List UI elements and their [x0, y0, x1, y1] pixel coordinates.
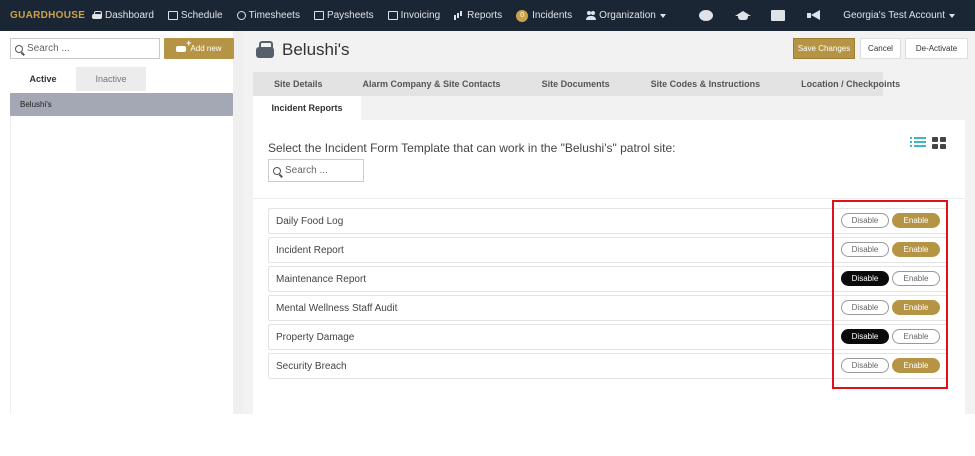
add-new-label: Add new: [190, 44, 222, 53]
divider: [253, 198, 965, 199]
template-name: Daily Food Log: [276, 215, 344, 227]
mail-icon[interactable]: [771, 10, 786, 21]
template-name: Security Breach: [276, 360, 347, 372]
top-navbar: GUARDHOUSE Dashboard Schedule Timesheets…: [0, 0, 975, 31]
template-name: Property Damage: [276, 331, 355, 343]
account-menu[interactable]: Georgia's Test Account: [843, 10, 955, 21]
template-search-input[interactable]: Search ...: [268, 159, 364, 182]
account-name: Georgia's Test Account: [843, 10, 945, 21]
tab-location-checkpoints[interactable]: Location / Checkpoints: [801, 79, 900, 89]
incident-count-badge: 0: [516, 9, 529, 22]
nav-label: Reports: [467, 10, 503, 21]
nav-label: Dashboard: [105, 10, 154, 21]
site-search-input[interactable]: Search ...: [10, 38, 160, 59]
highlight-box: [832, 200, 948, 389]
car-icon: [92, 11, 102, 20]
add-car-icon: [176, 38, 191, 52]
page-scrollbar[interactable]: [965, 31, 975, 414]
chevron-down-icon: [659, 13, 666, 18]
site-list: [10, 91, 233, 414]
site-tabs: Site Details Alarm Company & Site Contac…: [253, 72, 900, 96]
tab-site-codes[interactable]: Site Codes & Instructions: [651, 79, 761, 89]
search-placeholder: Search ...: [285, 165, 328, 176]
nav-label: Organization: [599, 10, 656, 21]
nav-reports[interactable]: Reports: [454, 0, 502, 31]
cancel-button[interactable]: Cancel: [860, 38, 901, 59]
template-name: Mental Wellness Staff Audit: [276, 302, 398, 314]
people-icon: [586, 11, 597, 20]
nav-timesheets[interactable]: Timesheets: [236, 0, 300, 31]
brand-logo[interactable]: GUARDHOUSE: [10, 10, 92, 21]
nav-incidents[interactable]: 0 Incidents: [516, 0, 572, 31]
tabs-filler: [361, 96, 883, 120]
nav-organization[interactable]: Organization: [586, 0, 666, 31]
add-new-button[interactable]: Add new: [164, 38, 234, 59]
nav-dashboard[interactable]: Dashboard: [92, 0, 154, 31]
tab-inactive[interactable]: Inactive: [76, 67, 146, 91]
nav-label: Schedule: [180, 10, 223, 21]
tab-active[interactable]: Active: [10, 67, 76, 91]
chevron-down-icon: [949, 13, 955, 18]
template-name: Maintenance Report: [276, 273, 367, 285]
list-view-icon[interactable]: [910, 137, 926, 149]
tab-site-documents[interactable]: Site Documents: [542, 79, 610, 89]
graduation-cap-icon[interactable]: [735, 10, 752, 21]
chat-icon[interactable]: [699, 10, 714, 21]
nav-paysheets[interactable]: Paysheets: [313, 0, 374, 31]
nav-label: Invoicing: [400, 10, 441, 21]
page-title: Belushi's: [282, 40, 350, 59]
nav-schedule[interactable]: Schedule: [167, 0, 223, 31]
template-name: Incident Report: [276, 244, 344, 256]
nav-right-group: Georgia's Test Account: [699, 0, 955, 31]
tab-site-details[interactable]: Site Details: [274, 79, 323, 89]
tab-alarm-company[interactable]: Alarm Company & Site Contacts: [363, 79, 501, 89]
invoice-icon: [387, 11, 398, 20]
grid-view-icon[interactable]: [932, 137, 946, 149]
save-changes-button[interactable]: Save Changes: [793, 38, 855, 59]
clock-icon: [236, 11, 246, 20]
search-icon: [15, 44, 23, 53]
money-icon: [313, 11, 324, 20]
page-header: Belushi's: [256, 40, 350, 60]
deactivate-button[interactable]: De-Activate: [905, 38, 968, 59]
car-icon: [256, 40, 274, 58]
nav-label: Timesheets: [248, 10, 300, 21]
search-placeholder: Search ...: [27, 43, 70, 54]
search-icon: [273, 166, 281, 175]
nav-invoicing[interactable]: Invoicing: [387, 0, 441, 31]
calendar-icon: [167, 11, 178, 20]
nav-label: Incidents: [532, 10, 573, 21]
template-prompt: Select the Incident Form Template that c…: [268, 141, 676, 155]
tab-incident-reports[interactable]: Incident Reports: [253, 96, 361, 120]
nav-label: Paysheets: [326, 10, 374, 21]
site-list-item[interactable]: Belushi's: [10, 93, 233, 116]
megaphone-icon[interactable]: [807, 10, 821, 21]
bar-chart-icon: [454, 11, 464, 20]
